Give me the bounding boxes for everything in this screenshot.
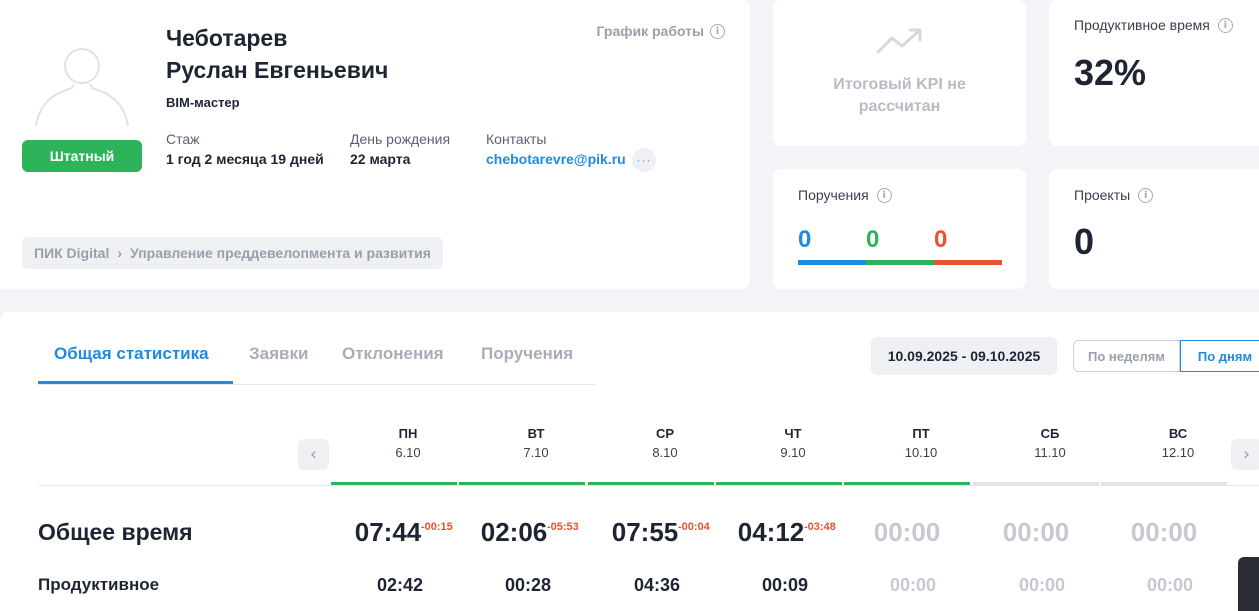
employee-first-names: Руслан Евгеньевич xyxy=(166,57,389,83)
time-deviation-value: -03:48 xyxy=(804,521,836,533)
productive-time-value: 00:09 xyxy=(761,575,809,595)
productive-time-value: 04:36 xyxy=(633,575,681,595)
employee-last-name: Чеботарев xyxy=(166,25,288,51)
time-deviation-value: -00:04 xyxy=(678,521,710,533)
day-name: ВС xyxy=(1168,426,1188,441)
kpi-text-line-1: Итоговый KPI не xyxy=(833,76,966,93)
experience-label: Стаж xyxy=(166,131,200,147)
floating-widget[interactable] xyxy=(1238,557,1259,611)
orders-count-1: 0 xyxy=(798,226,812,253)
orders-label: Поручения xyxy=(798,187,869,203)
contacts-label: Контакты xyxy=(486,131,547,147)
orders-count-2: 0 xyxy=(866,226,880,253)
total-time-value: 00:00 xyxy=(1130,517,1198,547)
orders-bar-3 xyxy=(934,260,1002,265)
kpi-card: Итоговый KPI не рассчитан xyxy=(773,0,1026,146)
day-column-header: СБ 11.10 xyxy=(987,426,1113,460)
chevron-left-icon[interactable]: ‹ xyxy=(298,439,329,470)
breadcrumb: ПИК Digital › Управление преддевелопмент… xyxy=(22,237,443,269)
active-tab-indicator xyxy=(38,381,233,384)
orders-count-3: 0 xyxy=(934,226,948,253)
productive-time-value: 00:00 xyxy=(1018,575,1066,595)
more-contacts-button[interactable]: ··· xyxy=(632,148,656,172)
time-deviation-value: -05:53 xyxy=(547,521,579,533)
day-column-header: ВС 12.10 xyxy=(1115,426,1241,460)
productive-time-value: 32% xyxy=(1074,52,1147,93)
orders-bar-2 xyxy=(866,260,934,265)
header-divider xyxy=(38,485,1259,486)
orders-title: Поручения i xyxy=(798,187,892,203)
tab-general-statistics[interactable]: Общая статистика xyxy=(54,344,209,364)
tab-deviations[interactable]: Отклонения xyxy=(342,344,444,364)
by-days-button[interactable]: По дням xyxy=(1180,340,1259,372)
total-time-value: 00:00 xyxy=(873,517,941,547)
day-date: 7.10 xyxy=(523,445,549,460)
day-name: ПТ xyxy=(912,426,930,441)
info-icon[interactable]: i xyxy=(1138,187,1154,203)
day-name: ЧТ xyxy=(784,426,802,441)
trend-up-icon xyxy=(876,28,922,54)
day-column-header: ВТ 7.10 xyxy=(473,426,599,460)
day-date: 9.10 xyxy=(780,445,806,460)
productive-time-value: 00:00 xyxy=(889,575,937,595)
by-weeks-button[interactable]: По неделям xyxy=(1073,340,1180,372)
work-schedule-link[interactable]: График работы i xyxy=(596,23,725,39)
info-icon[interactable]: i xyxy=(1217,17,1233,33)
info-icon[interactable]: i xyxy=(710,23,725,39)
info-icon[interactable]: i xyxy=(876,187,892,203)
breadcrumb-separator: › xyxy=(117,245,123,261)
kpi-text-line-2: рассчитан xyxy=(858,98,941,115)
day-date: 11.10 xyxy=(1034,445,1066,460)
work-schedule-label: График работы xyxy=(596,23,705,39)
orders-bar-1 xyxy=(798,260,866,265)
experience-value: 1 год 2 месяца 19 дней xyxy=(166,151,324,167)
productive-time-title: Продуктивное время i xyxy=(1074,17,1233,33)
email-link[interactable]: chebotarevre@pik.ru xyxy=(486,151,626,167)
tab-requests[interactable]: Заявки xyxy=(249,344,308,364)
productive-time-value: 00:28 xyxy=(504,575,552,595)
breadcrumb-item-company[interactable]: ПИК Digital xyxy=(34,245,109,261)
day-column-header: СР 8.10 xyxy=(602,426,728,460)
day-column-header: ЧТ 9.10 xyxy=(730,426,856,460)
date-range-picker[interactable]: 10.09.2025 - 09.10.2025 xyxy=(871,337,1057,375)
projects-count: 0 xyxy=(1074,221,1095,262)
birthday-value: 22 марта xyxy=(350,151,411,167)
productive-time-card: Продуктивное время i 32% xyxy=(1049,0,1259,146)
employee-profile-card: Штатный Чеботарев Руслан Евгеньевич BIM-… xyxy=(0,0,750,289)
day-column-header: ПН 6.10 xyxy=(345,426,471,460)
day-column-header: ПТ 10.10 xyxy=(858,426,984,460)
kpi-status-text: Итоговый KPI не рассчитан xyxy=(773,74,1026,118)
projects-label: Проекты xyxy=(1074,187,1131,203)
day-name: ВТ xyxy=(527,426,545,441)
projects-card: Проекты i 0 xyxy=(1049,169,1259,289)
day-date: 10.10 xyxy=(904,445,938,460)
time-deviation-value: -00:15 xyxy=(421,521,453,533)
birthday-label: День рождения xyxy=(350,131,451,147)
employee-name: Чеботарев Руслан Евгеньевич xyxy=(166,22,388,86)
tabs-divider xyxy=(38,384,595,385)
statistics-panel: Общая статистика Заявки Отклонения Поруч… xyxy=(0,312,1259,611)
productive-time-label: Продуктивное время xyxy=(1074,17,1210,33)
employee-position: BIM-мастер xyxy=(166,95,240,110)
day-name: ПН xyxy=(398,426,418,441)
productive-time-value: 00:00 xyxy=(1146,575,1194,595)
projects-title: Проекты i xyxy=(1074,187,1154,203)
productive-time-row-label: Продуктивное xyxy=(38,575,160,594)
day-name: СР xyxy=(655,426,675,441)
total-time-label: Общее время xyxy=(38,519,193,545)
employment-status-badge: Штатный xyxy=(22,140,142,172)
breadcrumb-item-department[interactable]: Управление преддевелопмента и развития xyxy=(130,245,431,261)
day-name: СБ xyxy=(1040,426,1060,441)
total-time-value: 00:00 xyxy=(1002,517,1070,547)
tab-orders[interactable]: Поручения xyxy=(481,344,573,364)
productive-time-value: 02:42 xyxy=(376,575,424,595)
day-date: 12.10 xyxy=(1161,445,1195,460)
day-date: 6.10 xyxy=(395,445,421,460)
day-date: 8.10 xyxy=(652,445,678,460)
user-placeholder-icon xyxy=(35,48,129,127)
period-toggle: По неделям По дням xyxy=(1073,340,1259,372)
